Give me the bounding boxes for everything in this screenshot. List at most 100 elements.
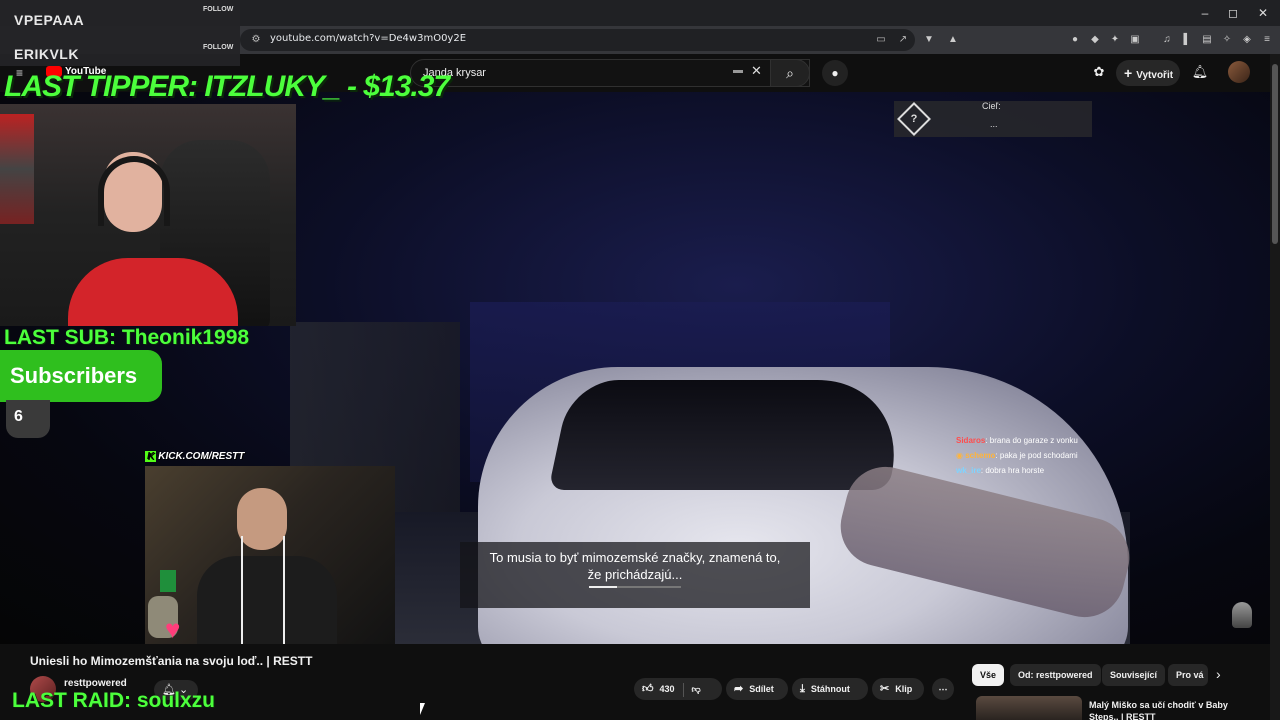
last-tipper-banner: LAST TIPPER: ITZLUKY_ - $13.37 xyxy=(4,70,450,103)
chat-badge-icon: ◉ xyxy=(956,451,966,460)
thumbs-down-icon[interactable]: 👎︎ xyxy=(692,684,701,694)
voice-search-button[interactable]: ● xyxy=(822,60,848,86)
site-settings-icon[interactable]: ⚙ xyxy=(250,34,262,46)
settings-icon[interactable]: ✿ xyxy=(1089,62,1109,82)
video-title: Uniesli ho Mimozemšťania na svoju loď.. … xyxy=(30,654,313,668)
music-icon[interactable]: ♫ xyxy=(1160,33,1174,47)
chevron-right-icon[interactable]: › xyxy=(1216,666,1221,682)
subscribers-badge: Subscribers xyxy=(0,350,162,402)
game-subtitle: To musia to byť mimozemské značky, zname… xyxy=(460,542,810,608)
last-raid-banner: LAST RAID: soulxzu xyxy=(12,689,215,712)
download-icon: ⤓ xyxy=(800,683,805,695)
like-dislike-group[interactable]: 👍︎ 430 👎︎ xyxy=(634,678,722,700)
chat-message: wk_ire: dobra hra horste xyxy=(956,466,1044,475)
more-icon: ⋯ xyxy=(938,684,948,694)
keyboard-icon[interactable]: ▬ xyxy=(733,65,743,76)
share-arrow-icon: ➦ xyxy=(734,683,744,695)
vpn-icon[interactable]: ◈ xyxy=(1240,33,1254,47)
subtitle-progress-fill xyxy=(589,586,617,588)
extension-icon[interactable]: ● xyxy=(1068,33,1082,47)
earphone-cable xyxy=(283,536,285,644)
minimize-button[interactable]: – xyxy=(1190,4,1220,22)
question-icon: ? xyxy=(897,102,931,136)
extension-icon[interactable]: ◆ xyxy=(1088,33,1102,47)
url-input[interactable]: ⚙ youtube.com/watch?v=De4w3mO0y2E ▭ ↗ xyxy=(240,29,915,51)
tab-icon[interactable]: ▣ xyxy=(1128,33,1142,47)
related-video-title[interactable]: Malý Miško sa učí chodiť v Baby Steps.. … xyxy=(1089,699,1259,720)
like-count[interactable]: 430 xyxy=(660,684,675,694)
streamer-body xyxy=(68,258,238,326)
guest-head xyxy=(237,488,287,550)
subscribers-count: 6 xyxy=(6,400,50,438)
kick-graphic xyxy=(160,570,176,592)
follow-tag: FOLLOW xyxy=(203,6,234,13)
plus-icon: + xyxy=(1124,65,1133,81)
more-actions-button[interactable]: ⋯ xyxy=(932,678,954,700)
search-icon: ⌕ xyxy=(786,65,794,81)
chip-for-you[interactable]: Pro vá xyxy=(1168,664,1208,686)
maximize-button[interactable]: ◻ xyxy=(1218,4,1248,22)
chat-message: ◉ schemo: paka je pod schodami xyxy=(956,451,1078,460)
notifications-bell-icon[interactable]: 🔔︎ xyxy=(1190,62,1210,82)
objective-value: ... xyxy=(990,119,998,129)
recent-followers-panel: VPEPAAA FOLLOW ERIKVLK FOLLOW xyxy=(0,0,240,66)
brave-rewards-icon[interactable]: ▲ xyxy=(946,33,960,47)
streamer-webcam xyxy=(0,104,296,326)
close-window-button[interactable]: ✕ xyxy=(1248,4,1278,22)
guest-webcam xyxy=(145,466,395,644)
heart-icon: ♥ xyxy=(165,614,181,644)
subtitle-progress xyxy=(589,586,681,588)
related-video-thumbnail[interactable] xyxy=(976,696,1082,720)
game-objective-panel: ? Cieľ: ... xyxy=(894,101,1092,137)
earphone-cable xyxy=(241,536,243,644)
share-icon[interactable]: ↗ xyxy=(897,34,909,46)
brave-shield-icon[interactable]: ▼ xyxy=(922,33,936,47)
subtitle-line: To musia to byť mimozemské značky, zname… xyxy=(489,550,781,565)
search-button[interactable]: ⌕ xyxy=(770,59,810,87)
scrollbar-thumb[interactable] xyxy=(1272,64,1278,244)
thumbs-up-icon[interactable]: 👍︎ xyxy=(642,683,654,695)
car-window xyxy=(548,380,912,490)
chat-username: wk_ire xyxy=(956,466,981,475)
share-button[interactable]: ➦ Sdílet xyxy=(726,678,788,700)
guest-body xyxy=(197,556,337,644)
scissors-icon: ✂ xyxy=(880,683,890,695)
objective-title: Cieľ: xyxy=(982,101,1001,111)
follower-name: VPEPAAA xyxy=(14,12,85,28)
url-text[interactable]: youtube.com/watch?v=De4w3mO0y2E xyxy=(270,33,466,44)
channel-name[interactable]: resttpowered xyxy=(64,678,127,689)
clear-search-icon[interactable]: ✕ xyxy=(751,63,762,79)
mouse-cursor-icon xyxy=(420,703,425,715)
subtitle-line: že prichádzajú... xyxy=(587,567,683,582)
kick-logo-icon: K xyxy=(145,451,157,462)
kick-label: K KICK.COM/RESTT xyxy=(145,451,245,462)
chat-username: Sidaros xyxy=(956,436,986,445)
follower-name: ERIKVLK xyxy=(14,46,79,62)
follow-tag: FOLLOW xyxy=(203,44,234,51)
menu-icon[interactable]: ≡ xyxy=(1260,33,1274,47)
sidebar-icon[interactable]: ▌ xyxy=(1180,33,1194,47)
chip-related[interactable]: Související xyxy=(1102,664,1166,686)
chat-text: : dobra hra horste xyxy=(980,466,1045,475)
wallet-icon[interactable]: ▤ xyxy=(1200,33,1214,47)
chat-text: : brana do garaze z vonku xyxy=(985,436,1078,445)
subscribers-label: Subscribers xyxy=(10,363,138,388)
puzzle-icon[interactable]: ✦ xyxy=(1108,33,1122,47)
chip-from-channel[interactable]: Od: resttpowered xyxy=(1010,664,1101,686)
leo-icon[interactable]: ✧ xyxy=(1220,33,1234,47)
last-sub-banner: LAST SUB: Theonik1998 xyxy=(4,326,250,349)
download-button[interactable]: ⤓ Stáhnout xyxy=(792,678,868,700)
cast-icon[interactable]: ▭ xyxy=(875,34,887,46)
search-input[interactable]: Janda krysar ▬ ✕ xyxy=(410,59,810,87)
npc-figure xyxy=(1232,602,1252,628)
wall-poster xyxy=(0,114,34,224)
microphone-icon: ● xyxy=(831,66,839,80)
account-avatar[interactable] xyxy=(1228,61,1250,83)
chip-all[interactable]: Vše xyxy=(972,664,1005,686)
create-label: Vytvořit xyxy=(1136,70,1174,81)
clip-button[interactable]: ✂ Klip xyxy=(872,678,924,700)
chat-text: : paka je pod schodami xyxy=(995,451,1078,460)
create-button[interactable]: + Vytvořit xyxy=(1116,60,1180,86)
chat-message: Sidaros: brana do garaze z vonku xyxy=(956,436,1078,445)
headphones xyxy=(98,156,170,226)
